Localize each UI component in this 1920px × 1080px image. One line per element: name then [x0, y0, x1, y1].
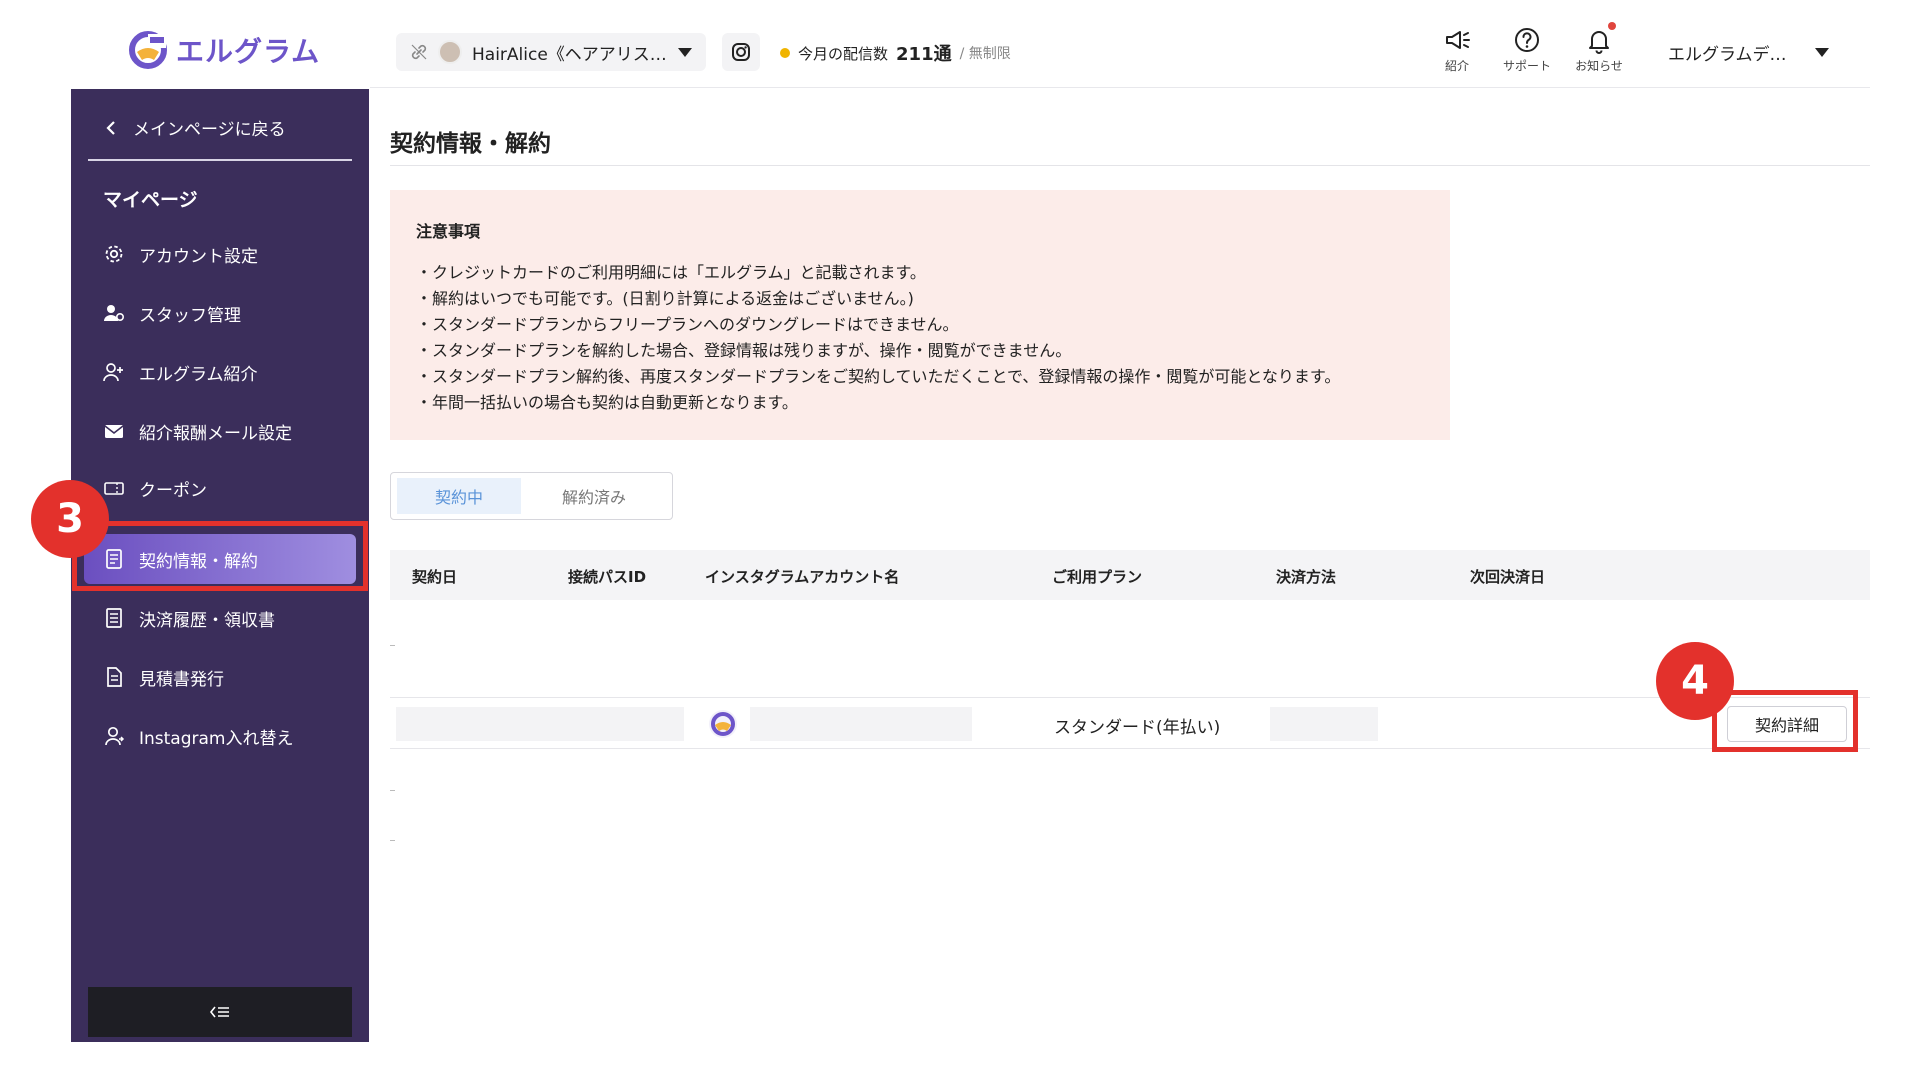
notice-panel: 注意事項 ・クレジットカードのご利用明細には「エルグラム」と記載されます。 ・解… [390, 190, 1450, 440]
tab-active-contracts[interactable]: 契約中 [397, 478, 521, 514]
redacted-contract-date [396, 707, 684, 741]
delivery-label: 今月の配信数 [798, 44, 889, 63]
staff-icon [104, 305, 125, 322]
table-row: スタンダード(年払い) 契約詳細 [390, 697, 1870, 749]
sidebar-item-instagram-switch[interactable]: Instagram入れ替え [71, 711, 369, 761]
sidebar-item-referral-mail[interactable]: 紹介報酬メール設定 [71, 406, 369, 456]
chevron-down-icon [678, 47, 692, 57]
notice-line: ・年間一括払いの場合も契約は自動更新となります。 [416, 393, 798, 412]
sidebar-item-label: エルグラム紹介 [139, 364, 258, 385]
redacted-payment-method [1270, 707, 1378, 741]
sidebar-item-coupon[interactable]: クーポン [71, 463, 369, 513]
link-icon [411, 44, 427, 60]
bell-icon [1589, 31, 1609, 54]
notice-line: ・クレジットカードのご利用明細には「エルグラム」と記載されます。 [416, 263, 926, 282]
notifications-label: お知らせ [1575, 59, 1623, 73]
instagram-button[interactable] [722, 33, 760, 71]
sidebar-item-estimate[interactable]: 見積書発行 [71, 652, 369, 702]
sidebar-item-staff[interactable]: スタッフ管理 [71, 288, 369, 338]
notice-heading: 注意事項 [416, 222, 481, 241]
delivery-counter: 今月の配信数 211通 / 無制限 [780, 40, 1011, 66]
megaphone-icon [1446, 31, 1470, 49]
notice-line: ・スタンダードプランを解約した場合、登録情報は残りますが、操作・閲覧ができません… [416, 341, 1072, 360]
notification-badge [1608, 22, 1616, 30]
notice-line: ・解約はいつでも可能です。(日割り計算による返金はございません。) [416, 289, 914, 308]
row-separator-mark [390, 840, 395, 841]
referral-label: 紹介 [1444, 59, 1469, 73]
row-separator-mark [390, 645, 395, 646]
account-name: HairAlice《ヘアアリス… [472, 44, 667, 65]
step-badge-4: 4 [1656, 642, 1734, 720]
user-name: エルグラムデ… [1668, 45, 1787, 65]
user-plus-icon [103, 363, 123, 382]
sidebar-divider [88, 159, 352, 161]
instagram-icon [732, 43, 750, 61]
contract-status-tabs: 契約中 解約済み [390, 472, 673, 520]
delivery-limit: / 無制限 [959, 46, 1011, 62]
collapse-menu-icon [209, 1006, 229, 1018]
sidebar-item-label: 決済履歴・領収書 [139, 610, 275, 631]
sidebar-item-label: 紹介報酬メール設定 [139, 423, 292, 444]
sidebar-item-payment-history[interactable]: 決済履歴・領収書 [71, 593, 369, 643]
chevron-left-icon [106, 120, 115, 135]
redacted-account-name [750, 707, 972, 741]
user-menu[interactable]: エルグラムデ… [1668, 40, 1829, 65]
column-header: 決済方法 [1276, 568, 1337, 586]
column-header: 契約日 [412, 568, 458, 586]
column-header: ご利用プラン [1052, 568, 1143, 586]
account-selector[interactable]: HairAlice《ヘアアリス… [396, 33, 706, 71]
title-divider [390, 165, 1870, 166]
sidebar-item-label: アカウント設定 [139, 246, 258, 267]
header-divider [370, 87, 1870, 88]
highlight-box-step4 [1712, 690, 1858, 752]
sidebar-item-account-settings[interactable]: アカウント設定 [71, 229, 369, 279]
account-avatar [438, 40, 462, 64]
coupon-icon [104, 482, 124, 495]
row-separator-mark [390, 790, 395, 791]
sidebar-item-label: Instagram入れ替え [139, 728, 294, 749]
table-header: 契約日 接続パスID インスタグラムアカウント名 ご利用プラン 決済方法 次回決… [390, 550, 1870, 600]
page-title: 契約情報・解約 [390, 131, 551, 157]
brand-name: エルグラム [176, 35, 321, 68]
column-header: インスタグラムアカウント名 [705, 568, 900, 586]
sidebar-item-label: クーポン [139, 480, 207, 501]
brand-logo[interactable]: エルグラム [128, 30, 320, 70]
top-header: エルグラム HairAlice《ヘアアリス… 今月の配信数 211通 / 無制限… [0, 0, 1920, 88]
back-to-main-link[interactable]: メインページに戻る [105, 115, 286, 140]
sidebar-item-label: 見積書発行 [139, 669, 224, 690]
help-icon [1515, 28, 1539, 52]
tab-cancelled-contracts[interactable]: 解約済み [527, 478, 661, 514]
notice-list: ・クレジットカードのご利用明細には「エルグラム」と記載されます。 ・解約はいつで… [416, 260, 1424, 416]
plan-name: スタンダード(年払い) [1054, 718, 1221, 738]
sidebar-collapse-button[interactable] [88, 987, 352, 1037]
sidebar-item-label: スタッフ管理 [139, 305, 241, 326]
brand-logo-icon [129, 31, 167, 69]
instagram-account-avatar [709, 710, 737, 738]
support-button[interactable]: サポート [1492, 26, 1562, 74]
chevron-down-icon [1814, 48, 1829, 57]
column-header: 次回決済日 [1470, 568, 1546, 586]
delivery-count: 211通 [896, 44, 952, 65]
sidebar-heading: マイページ [103, 189, 198, 211]
highlight-box-step3 [72, 521, 368, 591]
step-badge-3: 3 [31, 480, 109, 558]
mail-icon [104, 425, 124, 438]
support-label: サポート [1502, 59, 1551, 73]
notice-line: ・スタンダードプラン解約後、再度スタンダードプランをご契約していただくことで、登… [416, 367, 1341, 386]
gear-icon [105, 245, 123, 263]
referral-button[interactable]: 紹介 [1422, 26, 1492, 74]
notice-line: ・スタンダードプランからフリープランへのダウングレードはできません。 [416, 315, 959, 334]
back-label: メインページに戻る [133, 120, 286, 140]
status-dot [780, 48, 790, 58]
sidebar-item-referral[interactable]: エルグラム紹介 [71, 347, 369, 397]
column-header: 接続パスID [568, 568, 647, 586]
user-swap-icon [105, 726, 125, 746]
receipt-icon [106, 608, 122, 628]
document-icon [107, 667, 122, 687]
notifications-button[interactable]: お知らせ [1564, 22, 1634, 74]
